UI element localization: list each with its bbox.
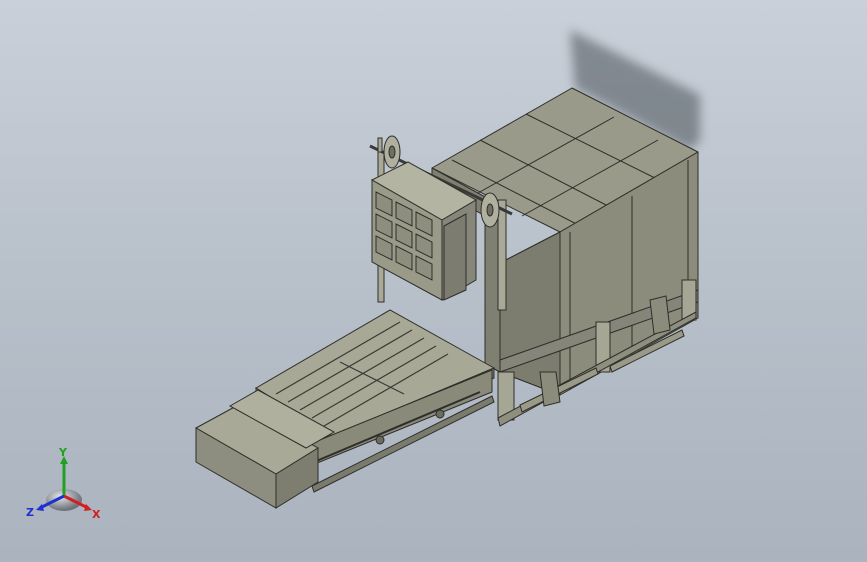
z-axis-label: Z	[26, 506, 34, 519]
x-axis-label: X	[92, 508, 101, 521]
orientation-triad: Y X Z	[22, 446, 106, 522]
furnace-model[interactable]	[0, 0, 867, 562]
3d-viewport[interactable]: Y X Z	[0, 0, 867, 562]
y-axis-label: Y	[58, 448, 68, 459]
